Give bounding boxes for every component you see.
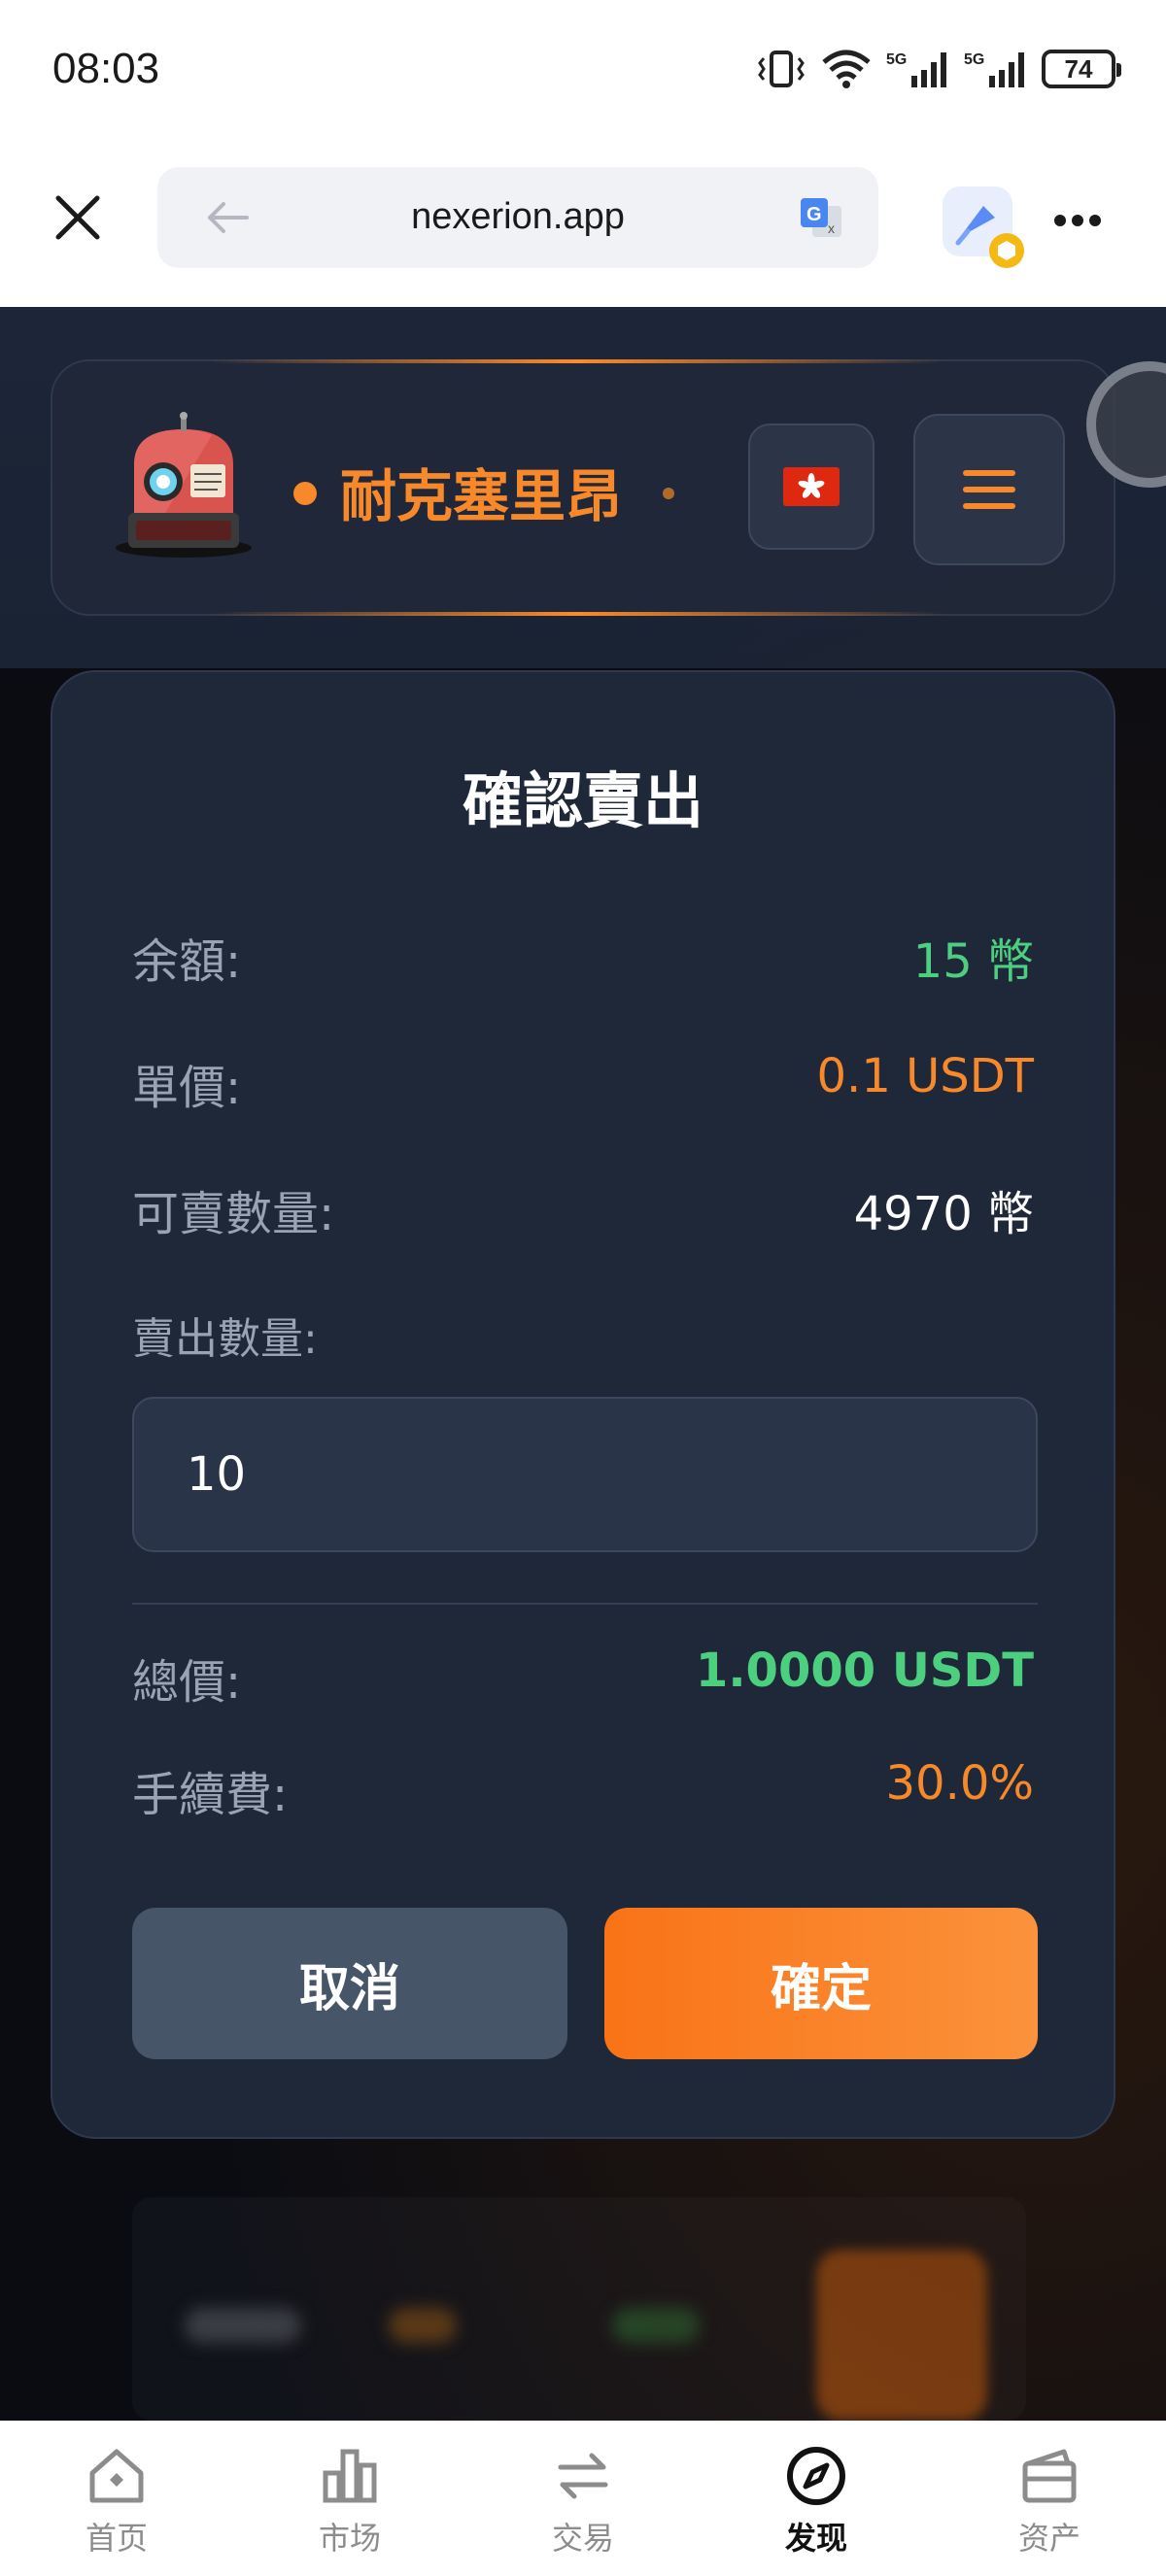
- fee-label: 手續費:: [132, 1768, 289, 1822]
- background-blur-text: [185, 2308, 301, 2343]
- background-blur-button: [816, 2250, 987, 2421]
- url-bar[interactable]: nexerion.app G x: [157, 167, 878, 268]
- hong-kong-flag-icon: [783, 467, 840, 506]
- unit-price-value: 0.1 USDT: [816, 1049, 1034, 1103]
- header-glow-bottom: [208, 612, 946, 616]
- nav-label-discover: 发现: [784, 2520, 847, 2557]
- nav-label-market: 市场: [318, 2520, 381, 2557]
- confirm-button[interactable]: 確定: [604, 1908, 1038, 2059]
- balance-value: 15 幣: [912, 934, 1034, 989]
- vibrate-icon: [758, 51, 805, 87]
- extension-icon[interactable]: [939, 183, 1028, 272]
- brand-title: 耐克塞里昂: [340, 463, 623, 529]
- menu-button[interactable]: [913, 414, 1065, 565]
- sell-quantity-label: 賣出數量:: [132, 1314, 318, 1364]
- home-icon: [89, 2449, 144, 2503]
- nav-label-assets: 资产: [1017, 2520, 1080, 2557]
- language-button[interactable]: [748, 424, 874, 550]
- status-time: 08:03: [52, 45, 160, 92]
- market-chart-icon: [323, 2449, 377, 2503]
- svg-text:G: G: [806, 204, 822, 225]
- network-label-2: 5G: [964, 51, 984, 68]
- unit-price-label: 單價:: [132, 1061, 242, 1115]
- nav-item-home[interactable]: 首页: [0, 2421, 233, 2576]
- nav-item-assets[interactable]: 资产: [933, 2421, 1166, 2576]
- header-card: 耐克塞里昂: [51, 359, 1115, 616]
- network-label-1: 5G: [886, 51, 907, 68]
- nav-label-home: 首页: [85, 2520, 148, 2557]
- signal-icon-2: 5G: [964, 51, 1024, 87]
- background-blur-text: [612, 2308, 700, 2343]
- total-price-label: 總價:: [132, 1655, 242, 1710]
- sellable-quantity-value: 4970 幣: [853, 1187, 1034, 1241]
- app-header: 耐克塞里昂: [0, 307, 1166, 668]
- svg-text:x: x: [828, 220, 835, 236]
- nav-item-market[interactable]: 市场: [233, 2421, 466, 2576]
- wallet-icon: [1022, 2449, 1077, 2503]
- mining-machine-logo[interactable]: [107, 406, 260, 563]
- confirm-sell-dialog: 確認賣出 余額: 15 幣 單價: 0.1 USDT 可賣數量: 4970 幣 …: [51, 670, 1115, 2139]
- brand-dot-left: [293, 482, 317, 505]
- status-bar: 08:03 5G 5G 74: [0, 0, 1166, 148]
- more-icon[interactable]: [1053, 214, 1102, 227]
- discover-compass-icon: [787, 2447, 845, 2505]
- status-icons: 5G 5G 74: [756, 49, 1121, 89]
- battery-indicator: 74: [1042, 50, 1121, 88]
- sell-quantity-input[interactable]: [132, 1397, 1038, 1552]
- trade-swap-icon: [558, 2453, 608, 2499]
- wifi-icon: [822, 50, 871, 88]
- nav-item-discover[interactable]: 发现: [700, 2421, 933, 2576]
- url-text: nexerion.app: [411, 196, 625, 237]
- background-blur-text: [389, 2308, 457, 2343]
- dialog-title: 確認賣出: [462, 765, 703, 836]
- total-price-value: 1.0000 USDT: [695, 1644, 1034, 1698]
- browser-bar: nexerion.app G x: [0, 148, 1166, 307]
- cancel-button[interactable]: 取消: [132, 1908, 567, 2059]
- hamburger-menu-icon: [963, 470, 1015, 509]
- signal-icon-1: 5G: [886, 51, 946, 87]
- fee-value: 30.0%: [885, 1756, 1034, 1811]
- bottom-nav: 首页 市场 交易 发现 资产: [0, 2421, 1166, 2576]
- translate-icon[interactable]: G x: [799, 196, 843, 241]
- nav-label-trade: 交易: [551, 2520, 614, 2557]
- balance-label: 余額:: [132, 934, 242, 989]
- close-icon[interactable]: [51, 190, 105, 245]
- nav-item-trade[interactable]: 交易: [466, 2421, 700, 2576]
- brand-dot-right: [663, 488, 674, 499]
- sellable-quantity-label: 可賣數量:: [132, 1187, 335, 1241]
- header-glow-top: [208, 359, 946, 363]
- divider: [132, 1603, 1038, 1605]
